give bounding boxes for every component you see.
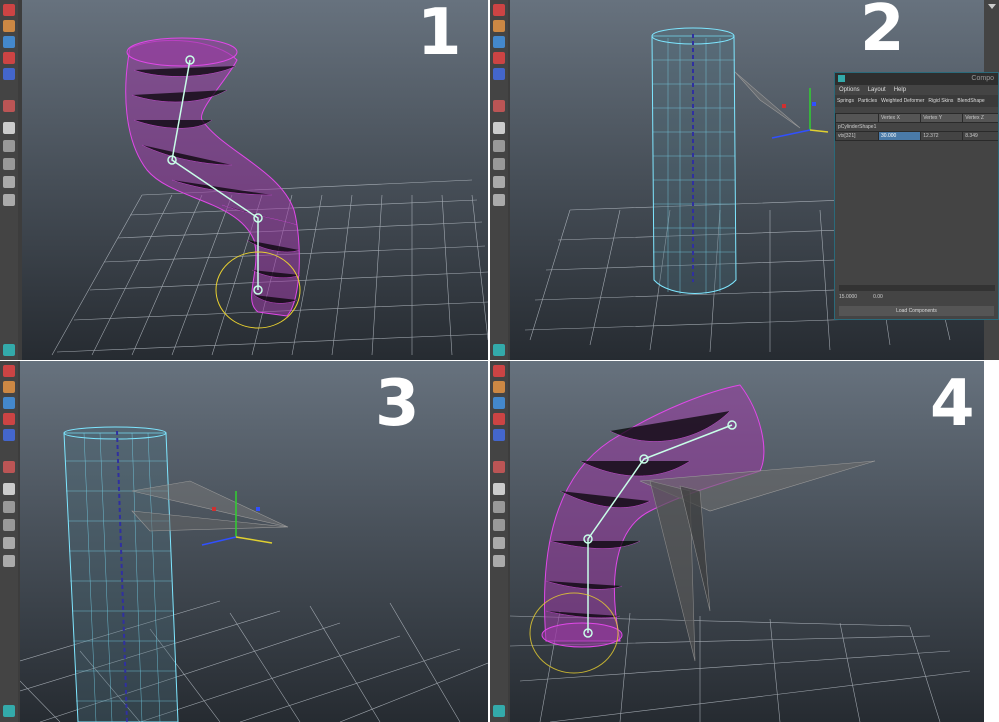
- viewport-panel-3: 3: [0, 361, 488, 722]
- scene-drawing: [510, 361, 984, 722]
- app-icon: [838, 75, 845, 82]
- layout-outliner-icon[interactable]: [493, 176, 505, 188]
- layout-quad-icon[interactable]: [493, 501, 505, 513]
- group-row[interactable]: pCylinderShape1: [835, 122, 998, 132]
- tool-shelf: [0, 0, 18, 360]
- tab-rigid-skins[interactable]: Rigid Skins: [928, 95, 953, 107]
- tab-bar: Springs Particles Weighted Deformer Rigi…: [835, 95, 998, 107]
- lasso-tool-icon[interactable]: [3, 381, 15, 393]
- panel-number-label: 4: [930, 367, 975, 441]
- footer-values: 15.0000 0.00: [839, 294, 883, 300]
- viewport-panel-4: 4: [490, 361, 984, 722]
- vertex-y-cell[interactable]: 12.372: [920, 131, 964, 141]
- layout-graph-icon[interactable]: [493, 555, 505, 567]
- layout-two-icon[interactable]: [3, 519, 15, 531]
- vertex-z-cell[interactable]: 8.349: [962, 131, 998, 141]
- lasso-tool-icon[interactable]: [493, 20, 505, 32]
- viewport-3d[interactable]: 1: [22, 0, 488, 360]
- tab-springs[interactable]: Springs: [837, 95, 854, 107]
- render-icon[interactable]: [3, 344, 15, 356]
- viewport-3d[interactable]: 4: [510, 361, 984, 722]
- footer-value-min[interactable]: 15.0000: [839, 294, 857, 300]
- vertex-x-cell[interactable]: 30.000: [877, 131, 922, 141]
- layout-outliner-icon[interactable]: [493, 537, 505, 549]
- window-title: Compo: [971, 75, 994, 82]
- layout-graph-icon[interactable]: [3, 194, 15, 206]
- layout-quad-icon[interactable]: [3, 501, 15, 513]
- chevron-down-icon[interactable]: [988, 4, 996, 9]
- lasso-tool-icon[interactable]: [3, 20, 15, 32]
- table-row[interactable]: vtx[321] 30.000 12.372 8.349: [835, 131, 998, 141]
- horizontal-scrollbar[interactable]: [839, 285, 995, 291]
- tab-particles[interactable]: Particles: [858, 95, 877, 107]
- tool-shelf: [490, 0, 508, 360]
- paint-tool-icon[interactable]: [493, 461, 505, 473]
- layout-single-icon[interactable]: [3, 122, 15, 134]
- layout-graph-icon[interactable]: [493, 194, 505, 206]
- scale-tool-icon[interactable]: [3, 68, 15, 80]
- select-tool-icon[interactable]: [493, 365, 505, 377]
- tab-blendshape[interactable]: BlendShape: [957, 95, 984, 107]
- rotate-tool-icon[interactable]: [3, 413, 15, 425]
- scale-tool-icon[interactable]: [493, 68, 505, 80]
- paint-tool-icon[interactable]: [3, 100, 15, 112]
- layout-outliner-icon[interactable]: [3, 537, 15, 549]
- window-titlebar[interactable]: Compo: [835, 73, 998, 85]
- layout-single-icon[interactable]: [493, 122, 505, 134]
- render-icon[interactable]: [493, 705, 505, 717]
- menu-help[interactable]: Help: [894, 85, 906, 95]
- component-table: Vertex X Vertex Y Vertex Z pCylinderShap…: [835, 113, 998, 141]
- load-components-button[interactable]: Load Components: [839, 306, 994, 316]
- render-icon[interactable]: [3, 705, 15, 717]
- select-tool-icon[interactable]: [3, 365, 15, 377]
- move-tool-icon[interactable]: [3, 397, 15, 409]
- column-header: Vertex Z: [962, 113, 998, 123]
- layout-single-icon[interactable]: [493, 483, 505, 495]
- rotate-tool-icon[interactable]: [3, 52, 15, 64]
- scale-tool-icon[interactable]: [493, 429, 505, 441]
- panel-number-label: 1: [417, 0, 462, 70]
- layout-two-icon[interactable]: [493, 519, 505, 531]
- panel-number-label: 2: [860, 0, 905, 66]
- component-editor-window[interactable]: Compo Options Layout Help Springs Partic…: [834, 72, 999, 320]
- tool-shelf: [490, 361, 508, 722]
- paint-tool-icon[interactable]: [3, 461, 15, 473]
- move-tool-icon[interactable]: [3, 36, 15, 48]
- footer-value-max[interactable]: 0.00: [873, 294, 883, 300]
- panel-number-label: 3: [375, 367, 420, 441]
- menu-bar: Options Layout Help: [835, 85, 998, 95]
- layout-outliner-icon[interactable]: [3, 176, 15, 188]
- viewport-panel-1: 1: [0, 0, 488, 360]
- scale-tool-icon[interactable]: [3, 429, 15, 441]
- column-header: Vertex X: [877, 113, 922, 123]
- layout-single-icon[interactable]: [3, 483, 15, 495]
- column-header: [835, 113, 879, 123]
- menu-options[interactable]: Options: [839, 85, 860, 95]
- column-header: Vertex Y: [920, 113, 964, 123]
- rotate-tool-icon[interactable]: [493, 413, 505, 425]
- menu-layout[interactable]: Layout: [868, 85, 886, 95]
- select-tool-icon[interactable]: [493, 4, 505, 16]
- lasso-tool-icon[interactable]: [493, 381, 505, 393]
- layout-quad-icon[interactable]: [493, 140, 505, 152]
- move-tool-icon[interactable]: [493, 397, 505, 409]
- tab-weighted-deformer[interactable]: Weighted Deformer: [881, 95, 924, 107]
- viewport-3d[interactable]: 3: [20, 361, 488, 722]
- rotate-tool-icon[interactable]: [493, 52, 505, 64]
- select-tool-icon[interactable]: [3, 4, 15, 16]
- render-icon[interactable]: [493, 344, 505, 356]
- move-tool-icon[interactable]: [493, 36, 505, 48]
- tool-shelf: [0, 361, 18, 722]
- layout-quad-icon[interactable]: [3, 140, 15, 152]
- layout-graph-icon[interactable]: [3, 555, 15, 567]
- layout-two-icon[interactable]: [493, 158, 505, 170]
- paint-tool-icon[interactable]: [493, 100, 505, 112]
- layout-two-icon[interactable]: [3, 158, 15, 170]
- vertex-name: vtx[321]: [835, 131, 879, 141]
